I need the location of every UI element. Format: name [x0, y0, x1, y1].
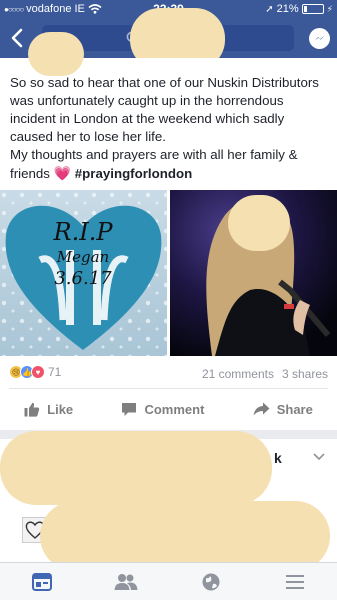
tab-news-feed[interactable] — [22, 567, 62, 597]
location-arrow-icon: ➚ — [265, 3, 274, 15]
post-media: R.I.P Megan 3.6.17 — [0, 190, 337, 356]
signal-strength-icon: ●○○○○ — [4, 4, 24, 14]
tab-friend-requests[interactable] — [106, 567, 146, 597]
post-card: So so sad to hear that one of our Nuskin… — [0, 32, 337, 430]
charging-bolt-icon: ⚡ — [326, 3, 333, 14]
status-right: ➚ 21% ⚡ — [265, 3, 333, 15]
post-text-main: So so sad to hear that one of our Nuskin… — [10, 75, 319, 144]
memorial-rip-text: R.I.P — [53, 218, 114, 246]
memorial-heart-graphic: R.I.P Megan 3.6.17 — [0, 190, 167, 356]
reactions-summary[interactable]: 😢 👍 ♥ 71 — [9, 365, 61, 379]
battery-percent: 21% — [276, 3, 299, 15]
carrier-name: vodafone IE — [26, 3, 85, 15]
post-actions: Like Comment Share — [0, 389, 337, 429]
next-post-card: k — [0, 431, 337, 571]
comments-count[interactable]: 21 comments — [202, 367, 274, 381]
like-button[interactable]: Like — [24, 402, 73, 417]
chevron-down-icon[interactable] — [313, 453, 325, 461]
tab-menu[interactable] — [275, 567, 315, 597]
news-feed-icon — [32, 572, 53, 591]
singer-photo[interactable] — [170, 190, 337, 356]
bottom-tab-bar — [0, 562, 337, 600]
engagement-counts: 21 comments 3 shares — [202, 367, 328, 381]
battery-fill — [303, 6, 308, 12]
messenger-icon[interactable] — [309, 28, 330, 49]
memorial-date-text: 3.6.17 — [54, 268, 112, 289]
redaction-next-post-body — [40, 501, 330, 571]
globe-icon — [202, 573, 220, 590]
hashtag-link[interactable]: #prayingforlondon — [75, 166, 192, 181]
share-arrow-icon — [253, 402, 270, 416]
comment-icon — [122, 402, 137, 416]
like-label: Like — [47, 401, 74, 417]
redaction-next-post-header — [0, 431, 272, 505]
memorial-name-text: Megan — [56, 248, 109, 266]
memorial-image[interactable]: R.I.P Megan 3.6.17 — [0, 190, 167, 356]
share-button[interactable]: Share — [253, 402, 313, 417]
next-post-author-fragment: k — [274, 450, 282, 466]
battery-icon — [301, 4, 324, 14]
post-text: So so sad to hear that one of our Nuskin… — [10, 74, 325, 183]
hamburger-menu-icon — [285, 574, 304, 589]
friends-icon — [114, 573, 138, 590]
comment-button[interactable]: Comment — [121, 402, 204, 417]
redaction-face — [228, 195, 290, 251]
shares-count[interactable]: 3 shares — [282, 367, 328, 381]
tab-notifications[interactable] — [191, 567, 231, 597]
redaction-author-header — [28, 32, 84, 76]
share-label: Share — [276, 401, 313, 417]
status-left: ●○○○○ vodafone IE — [4, 3, 102, 15]
thumbs-up-icon — [24, 402, 40, 417]
wifi-icon — [88, 4, 102, 14]
love-reaction-icon: ♥ — [31, 365, 45, 379]
reaction-count: 71 — [48, 365, 62, 379]
heart-emoji-icon: 💗 — [53, 165, 72, 181]
comment-label: Comment — [144, 401, 205, 417]
